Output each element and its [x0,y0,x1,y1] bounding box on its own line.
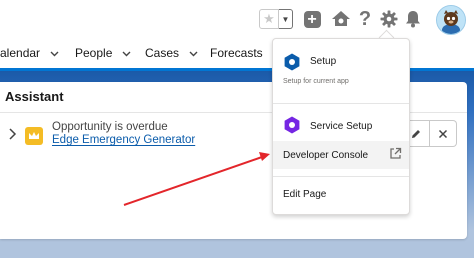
favorites-group: ★ ▼ [259,9,293,29]
chevron-down-icon[interactable] [189,49,198,58]
help-icon: ? [358,7,372,30]
opportunity-link[interactable]: Edge Emergency Generator [52,134,195,146]
setup-gear-button[interactable] [378,8,400,30]
service-gear-icon [284,116,300,134]
nav-item-cases[interactable]: Cases [145,46,198,60]
menu-item-label: Developer Console [283,150,369,161]
pencil-icon [412,129,420,138]
user-avatar[interactable] [436,5,466,35]
star-icon: ★ [263,11,275,26]
menu-divider [273,176,409,177]
row-actions [402,120,457,147]
gear-icon [284,53,300,71]
chevron-down-icon[interactable] [122,49,131,58]
menu-divider [273,103,409,104]
avatar-icon [437,6,465,34]
nav-item-label: Cases [145,46,180,60]
insight-status-text: Opportunity is overdue [52,121,168,133]
global-actions-button[interactable]: + [301,8,323,30]
nav-item-calendar[interactable]: alendar [0,46,59,60]
nav-item-label: Forecasts [210,46,263,60]
nav-item-people[interactable]: People [75,46,131,60]
menu-item-label: Service Setup [310,121,373,132]
plus-icon: + [303,10,321,28]
setup-menu: Setup Setup for current app Service Setu… [272,38,410,215]
nav-item-forecasts[interactable]: Forecasts [210,46,263,60]
global-header: ★ ▼ + ? [0,0,474,38]
card-title: Assistant [5,89,64,104]
crown-icon [29,132,39,139]
menu-item-label: Edit Page [283,189,327,200]
trailhead-icon [332,11,350,26]
notifications-button[interactable] [402,8,424,30]
bell-icon [406,11,420,28]
help-button[interactable]: ? [354,8,376,30]
opportunity-icon [25,127,43,145]
nav-item-label: People [75,46,113,60]
dismiss-button[interactable] [430,120,457,147]
menu-item-subtitle: Setup for current app [283,78,349,85]
gear-icon [380,10,398,28]
trailhead-button[interactable] [330,8,352,30]
chevron-down-icon: ▼ [281,14,290,24]
chevron-right-icon[interactable] [8,128,17,140]
external-link-icon [390,147,402,159]
close-icon [438,129,448,138]
favorites-star-button[interactable]: ★ [259,9,279,29]
chevron-down-icon[interactable] [50,49,59,58]
favorites-list-button[interactable]: ▼ [279,9,293,29]
menu-item-label: Setup [310,56,337,67]
nav-item-label: alendar [0,46,41,60]
